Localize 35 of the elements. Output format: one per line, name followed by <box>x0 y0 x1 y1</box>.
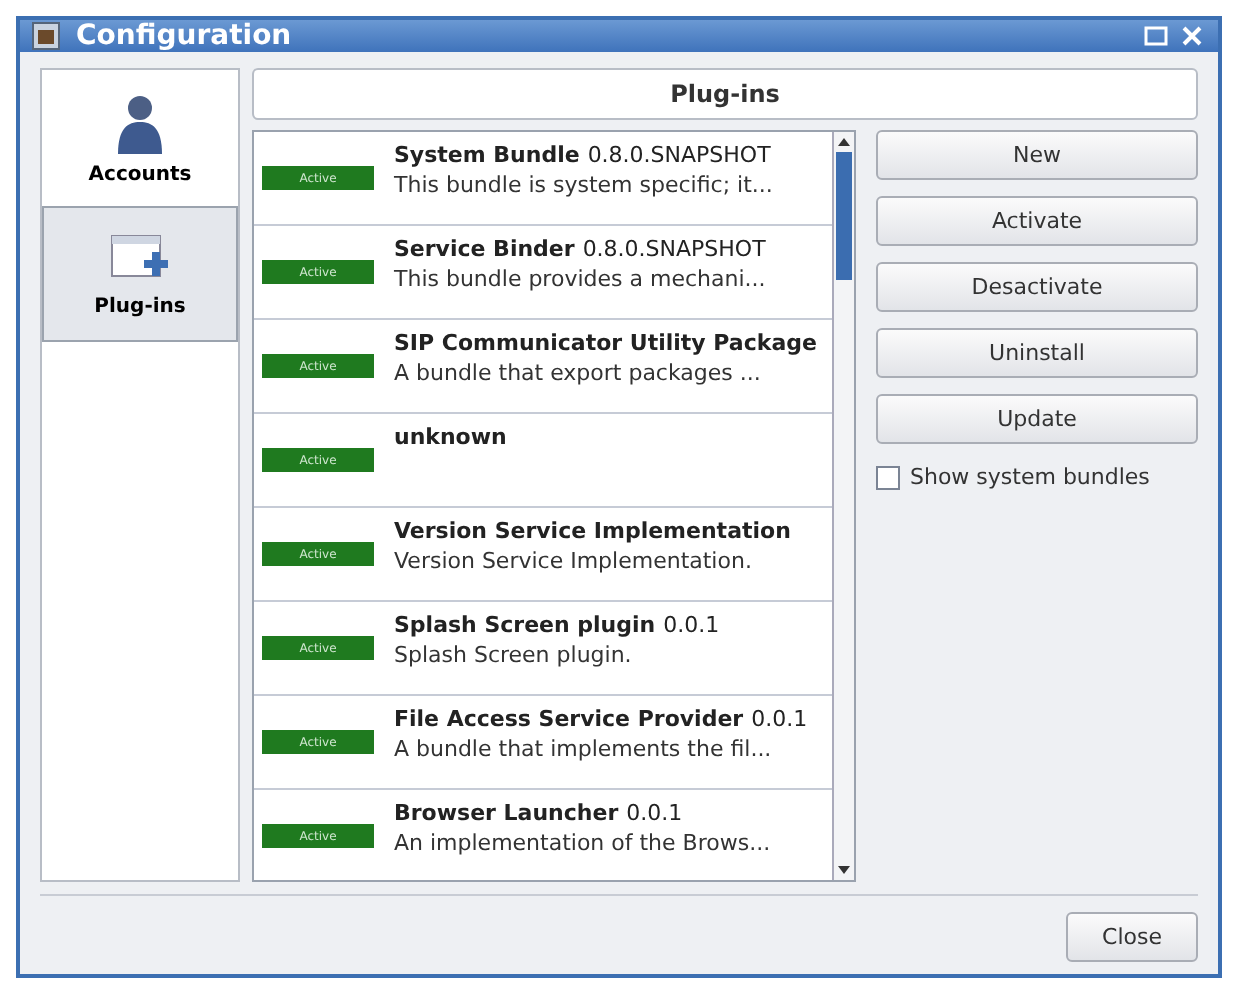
checkbox[interactable] <box>876 465 900 489</box>
plugin-description: This bundle is system specific; it... <box>394 172 773 198</box>
sidebar-item[interactable]: Plug-ins <box>42 206 238 342</box>
plugin-name: System Bundle 0.8.0.SNAPSHOT <box>394 142 773 168</box>
plugin-description: This bundle provides a mechani... <box>394 266 766 292</box>
close-icon[interactable] <box>1178 22 1206 50</box>
action-button[interactable]: Uninstall <box>876 328 1198 378</box>
plugin-name: SIP Communicator Utility Package <box>394 330 817 356</box>
plugin-description: Splash Screen plugin. <box>394 642 634 668</box>
close-button[interactable]: Close <box>1066 912 1198 962</box>
scrollbar[interactable] <box>832 132 854 880</box>
plugin-name: unknown <box>394 424 507 450</box>
plugin-description: A bundle that export packages ... <box>394 360 763 386</box>
plugin-name: Version Service Implementation <box>394 518 791 544</box>
window-title: Configuration <box>76 20 292 52</box>
plugin-description: An implementation of the Brows... <box>394 830 771 856</box>
show-system-bundles-checkbox[interactable]: Show system bundles <box>876 464 1198 490</box>
plugin-name: File Access Service Provider 0.0.1 <box>394 706 808 732</box>
action-button[interactable]: Activate <box>876 196 1198 246</box>
plugin-description: A bundle that implements the fil... <box>394 736 774 762</box>
scroll-down-icon[interactable] <box>838 864 850 876</box>
panel-title: Plug-ins <box>670 80 780 108</box>
plugin-name: Service Binder 0.8.0.SNAPSHOT <box>394 236 766 262</box>
app-icon <box>32 22 60 50</box>
plugin-name: Browser Launcher 0.0.1 <box>394 800 685 826</box>
plugin-name: Splash Screen plugin 0.0.1 <box>394 612 720 638</box>
maximize-icon[interactable] <box>1142 22 1170 50</box>
action-button[interactable]: Update <box>876 394 1198 444</box>
plugin-description: Version Service Implementation. <box>394 548 754 574</box>
action-button[interactable]: Desactivate <box>876 262 1198 312</box>
person-icon <box>114 91 166 155</box>
scrollbar-thumb[interactable] <box>836 152 852 280</box>
sidebar-item[interactable]: Accounts <box>42 70 238 206</box>
scroll-up-icon[interactable] <box>838 136 850 148</box>
action-button[interactable]: New <box>876 130 1198 180</box>
